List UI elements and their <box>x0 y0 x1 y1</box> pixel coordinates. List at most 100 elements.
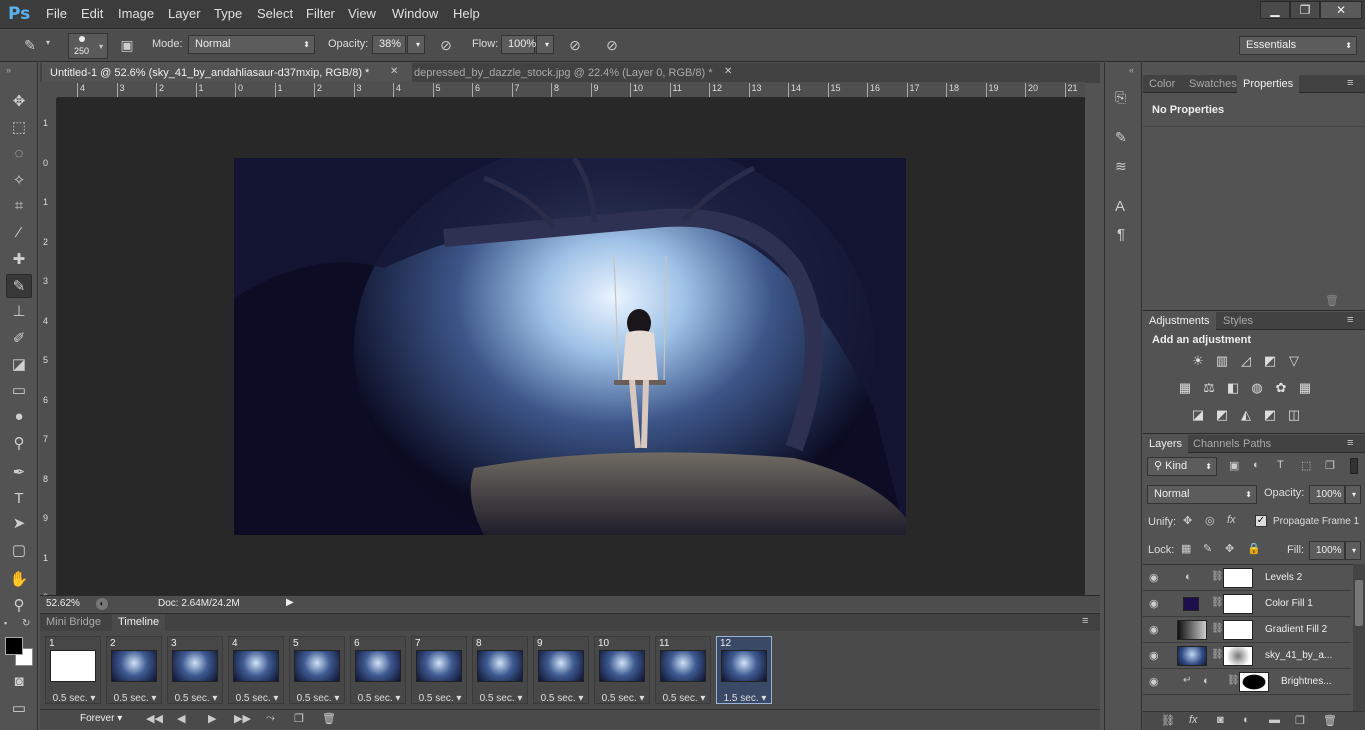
dodge-tool-icon[interactable]: ⚲ <box>6 432 32 456</box>
tab-swatches[interactable]: Swatches <box>1183 75 1243 93</box>
close-tab-icon[interactable]: ✕ <box>724 66 732 77</box>
mode-select[interactable]: Normal ⬍ <box>188 35 315 54</box>
brush-panel-toggle-icon[interactable]: ▣ <box>117 35 137 55</box>
menu-type[interactable]: Type <box>214 6 242 21</box>
brush-preset-picker[interactable]: 250 ▾ <box>68 33 108 59</box>
document-image[interactable] <box>234 158 906 535</box>
unify-visibility-icon[interactable]: ◎ <box>1205 514 1215 527</box>
paragraph-panel-icon[interactable]: ¶ <box>1117 226 1125 243</box>
pressure-opacity-icon[interactable]: ⊘ <box>436 35 456 55</box>
crop-tool-icon[interactable]: ⌗ <box>6 194 32 218</box>
filter-kind-select[interactable]: ⚲ Kind ⬍ <box>1147 457 1217 476</box>
animation-frame[interactable]: 9 0.5 sec. ▾ <box>533 636 589 704</box>
eye-icon[interactable]: ◉ <box>1149 597 1159 610</box>
flow-slider-button[interactable]: ▾ <box>536 35 554 54</box>
animation-frame[interactable]: 4 0.5 sec. ▾ <box>228 636 284 704</box>
animation-frame[interactable]: 2 0.5 sec. ▾ <box>106 636 162 704</box>
tool-preset-arrow-icon[interactable]: ▾ <box>46 38 50 47</box>
frame-delay-select[interactable]: 0.5 sec. ▾ <box>48 693 100 704</box>
black-white-icon[interactable]: ◧ <box>1224 380 1242 396</box>
channel-mixer-icon[interactable]: ✿ <box>1272 380 1290 396</box>
frame-delay-select[interactable]: 0.5 sec. ▾ <box>597 693 649 704</box>
frame-delay-select[interactable]: 0.5 sec. ▾ <box>170 693 222 704</box>
pen-tool-icon[interactable]: ✒ <box>6 461 32 485</box>
previous-frame-icon[interactable]: ◀ <box>177 712 185 725</box>
levels-icon[interactable]: ▥ <box>1213 353 1231 369</box>
tab-layers[interactable]: Layers <box>1143 435 1189 453</box>
menu-view[interactable]: View <box>348 6 376 21</box>
panel-menu-icon[interactable]: ≡ <box>1347 437 1353 449</box>
delete-frame-icon[interactable]: 🗑 <box>322 712 336 725</box>
tab-color[interactable]: Color <box>1143 75 1181 93</box>
airbrush-icon[interactable]: ⊘ <box>565 35 585 55</box>
shape-tool-icon[interactable]: ▢ <box>6 539 32 563</box>
tab-timeline[interactable]: Timeline <box>112 614 166 632</box>
eye-icon[interactable]: ◉ <box>1149 623 1159 636</box>
brush-panel-icon[interactable]: ✎ <box>1115 129 1127 146</box>
type-filter-icon[interactable]: T <box>1277 459 1284 471</box>
healing-brush-tool-icon[interactable]: ✚ <box>6 248 32 272</box>
lock-position-icon[interactable]: ✥ <box>1225 542 1234 555</box>
lock-all-icon[interactable]: 🔒 <box>1247 542 1261 555</box>
quick-mask-icon[interactable]: ◙ <box>6 670 32 694</box>
tab-mini-bridge[interactable]: Mini Bridge <box>40 614 107 631</box>
document-tab-active[interactable]: Untitled-1 @ 52.6% (sky_41_by_andahliasa… <box>42 63 412 83</box>
animation-frame[interactable]: 10 0.5 sec. ▾ <box>594 636 650 704</box>
workspace-select[interactable]: Essentials ⬍ <box>1239 36 1357 55</box>
filter-toggle[interactable] <box>1350 458 1358 474</box>
restore-button[interactable]: ❐ <box>1290 1 1320 19</box>
scrollbar-thumb[interactable] <box>1355 580 1363 626</box>
brush-tool-icon[interactable]: ✎ <box>20 35 40 55</box>
duplicate-frame-icon[interactable]: ❐ <box>294 712 304 725</box>
brush-tool-icon[interactable]: ✎ <box>6 274 32 298</box>
animation-frame[interactable]: 12 1.5 sec. ▾ <box>716 636 772 704</box>
link-layers-icon[interactable]: ⛓ <box>1161 714 1175 727</box>
adjustment-filter-icon[interactable]: ◐ <box>1253 459 1260 471</box>
brush-presets-icon[interactable]: ≋ <box>1115 158 1127 175</box>
layer-thumbnail[interactable] <box>1177 646 1207 666</box>
trash-icon[interactable]: 🗑 <box>1325 294 1339 307</box>
layer-opacity-input[interactable]: 100% <box>1309 485 1345 504</box>
blur-tool-icon[interactable]: ● <box>6 405 32 429</box>
unify-position-icon[interactable]: ✥ <box>1183 514 1192 527</box>
panel-menu-icon[interactable]: ≡ <box>1347 314 1353 326</box>
layer-mask-thumbnail[interactable] <box>1223 594 1253 614</box>
horizontal-ruler[interactable]: 4 3 2 1 0 1 2 3 4 5 6 7 8 9 10 11 12 13 14 15 16 17 18 19 20 21 <box>57 82 1085 98</box>
status-info-icon[interactable]: ◐ <box>96 598 108 610</box>
animation-frame[interactable]: 3 0.5 sec. ▾ <box>167 636 223 704</box>
opacity-input[interactable]: 38% <box>372 35 406 54</box>
menu-file[interactable]: File <box>46 6 67 21</box>
tween-icon[interactable]: ⤳ <box>266 712 275 725</box>
first-frame-icon[interactable]: ◀◀ <box>146 712 163 725</box>
screen-mode-icon[interactable]: ▭ <box>6 697 32 721</box>
shape-filter-icon[interactable]: ⬚ <box>1301 459 1311 472</box>
menu-filter[interactable]: Filter <box>306 6 335 21</box>
smart-object-filter-icon[interactable]: ❐ <box>1325 459 1335 472</box>
default-colors-icon[interactable]: ▪ <box>4 618 7 628</box>
fx-icon[interactable]: fx <box>1189 714 1198 726</box>
frame-delay-select[interactable]: 0.5 sec. ▾ <box>658 693 710 704</box>
menu-help[interactable]: Help <box>453 6 480 21</box>
lock-transparency-icon[interactable]: ▦ <box>1181 542 1191 555</box>
posterize-icon[interactable]: ◩ <box>1213 407 1231 423</box>
gradient-map-icon[interactable]: ◩ <box>1261 407 1279 423</box>
frame-delay-select[interactable]: 0.5 sec. ▾ <box>536 693 588 704</box>
eyedropper-tool-icon[interactable]: ⁄ <box>6 221 32 245</box>
menu-image[interactable]: Image <box>118 6 154 21</box>
layer-name[interactable]: Gradient Fill 2 <box>1265 624 1327 635</box>
expand-dock-icon[interactable]: « <box>1129 65 1134 75</box>
layer-name[interactable]: Brightnes... <box>1281 676 1332 687</box>
canvas-area[interactable] <box>57 98 1085 595</box>
pixel-filter-icon[interactable]: ▣ <box>1229 459 1239 472</box>
layer-row[interactable]: ◉ ⛓ sky_41_by_a... <box>1143 643 1351 669</box>
collapse-toolbar-icon[interactable]: » <box>6 65 11 75</box>
layer-mask-thumbnail[interactable] <box>1223 620 1253 640</box>
vertical-ruler[interactable]: 1012345678910 <box>40 98 57 602</box>
layer-mask-thumbnail[interactable] <box>1239 672 1269 692</box>
ruler-origin[interactable] <box>40 82 57 98</box>
clone-stamp-tool-icon[interactable]: ⊥ <box>6 300 32 324</box>
type-tool-icon[interactable]: T <box>6 487 32 511</box>
animation-frame[interactable]: 8 0.5 sec. ▾ <box>472 636 528 704</box>
frame-delay-select[interactable]: 0.5 sec. ▾ <box>414 693 466 704</box>
loop-select[interactable]: Forever ▾ <box>80 713 122 724</box>
